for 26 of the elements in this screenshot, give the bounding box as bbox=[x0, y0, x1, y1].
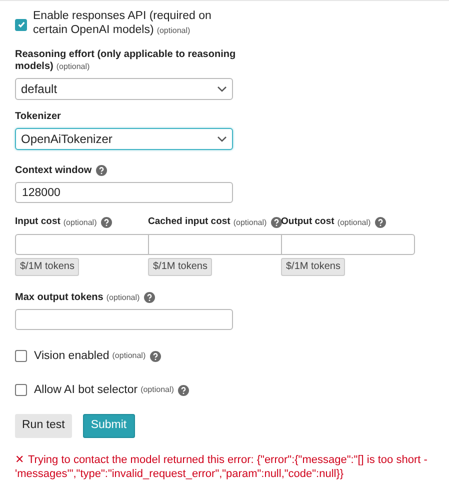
field-label: Reasoning effort (only applicable to reasoning models) (optional) bbox=[15, 49, 237, 73]
unit-label: $/1M tokens bbox=[148, 258, 212, 276]
optional-hint: (optional) bbox=[63, 216, 97, 228]
optional-hint: (optional) bbox=[140, 384, 174, 396]
checkbox-label: Allow AI bot selector bbox=[34, 382, 138, 398]
optional-hint: (optional) bbox=[337, 216, 371, 228]
unit-label: $/1M tokens bbox=[281, 258, 346, 276]
optional-hint: (optional) bbox=[106, 292, 140, 304]
field-label: Context window bbox=[15, 164, 92, 178]
checkbox-label: Enable responses API (required on certain OpenAI models) (optional) bbox=[33, 9, 212, 38]
optional-hint: (optional) bbox=[112, 350, 146, 362]
optional-hint: (optional) bbox=[156, 26, 190, 35]
optional-hint: (optional) bbox=[233, 216, 267, 228]
unit-label: $/1M tokens bbox=[15, 258, 80, 276]
field-label: Cached input cost bbox=[148, 215, 230, 230]
checkbox-label: Vision enabled bbox=[34, 348, 110, 364]
field-label: Max output tokens bbox=[15, 291, 104, 305]
field-label: Tokenizer bbox=[15, 111, 62, 123]
dropdown[interactable]: default bbox=[15, 78, 233, 100]
optional-hint: (optional) bbox=[56, 62, 90, 71]
error-message: ✕ Trying to contact the model returned this error: {"error":{"message":"[] is too short - 'messages'","type":"invalid_request_error","param":null,"code":null}} bbox=[15, 453, 428, 481]
run-test-button[interactable]: Run test bbox=[15, 414, 72, 438]
error-icon: ✕ bbox=[15, 454, 24, 466]
field-label: Input cost bbox=[15, 215, 60, 230]
input-field[interactable]: 128000 bbox=[15, 182, 233, 203]
dropdown[interactable]: OpenAiTokenizer bbox=[15, 128, 233, 150]
